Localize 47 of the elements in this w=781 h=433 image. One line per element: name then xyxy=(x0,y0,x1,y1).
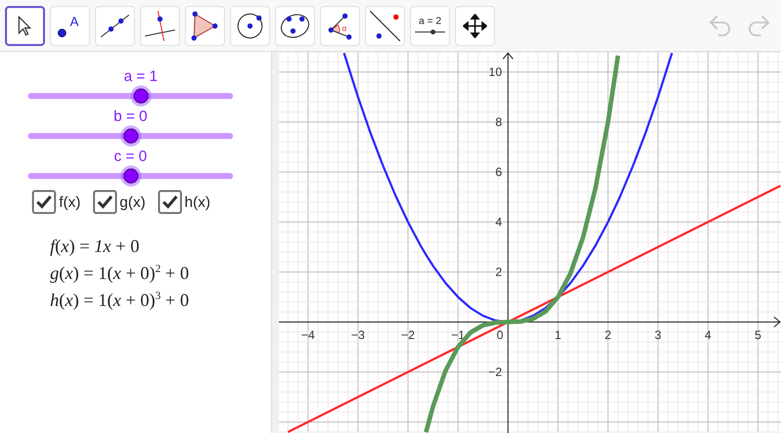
circle-icon xyxy=(236,12,264,40)
ellipse-icon xyxy=(279,12,311,40)
slider-label: b = 0 xyxy=(114,108,148,125)
x-tick-label: 1 xyxy=(554,328,562,342)
checkmark-icon xyxy=(36,195,52,209)
checkbox[interactable] xyxy=(92,190,117,214)
slider-track[interactable] xyxy=(28,166,233,186)
y-tick-label: −2 xyxy=(488,365,502,379)
x-tick-label: −4 xyxy=(301,328,315,342)
checkmark-icon xyxy=(96,195,113,209)
perpendicular-line-icon xyxy=(143,8,177,42)
origin-label: 0 xyxy=(496,328,504,342)
cursor-icon xyxy=(17,14,33,36)
y-tick-label: 8 xyxy=(495,115,502,129)
y-tick-label: 10 xyxy=(488,65,502,79)
line-and-points-icon xyxy=(368,8,402,42)
slider-thumb[interactable] xyxy=(123,128,138,144)
x-tick-label: 5 xyxy=(754,328,762,342)
triangle-icon xyxy=(191,10,219,40)
x-tick-label: −3 xyxy=(351,328,365,342)
function-formula: g(x) = 1(x + 0)$^{2}$ + 0 xyxy=(50,263,190,284)
checkbox[interactable] xyxy=(32,190,56,214)
y-tick-label: 2 xyxy=(495,265,502,279)
x-tick-label: 3 xyxy=(654,328,662,342)
slider-thumb[interactable] xyxy=(123,168,138,184)
tool-button[interactable] xyxy=(5,6,45,46)
tool-button[interactable]: A xyxy=(50,6,90,46)
function-formula: h(x) = 1(x + 0)$^{3}$ + 0 xyxy=(50,290,190,311)
checkbox[interactable] xyxy=(158,190,182,214)
slider-track[interactable] xyxy=(28,86,233,106)
checkbox-label: f(x) xyxy=(59,194,81,210)
x-tick-label: 2 xyxy=(604,328,612,342)
move-arrows-icon xyxy=(463,14,487,38)
x-tick-label: 4 xyxy=(704,328,712,342)
x-tick-label: −2 xyxy=(401,328,415,342)
checkbox-label: h(x) xyxy=(184,194,210,210)
slider-thumb[interactable] xyxy=(133,88,148,104)
slider-label: a = 1 xyxy=(124,68,158,85)
checkmark-icon xyxy=(162,195,178,209)
line-icon xyxy=(99,12,131,38)
checkbox-label: g(x) xyxy=(120,194,146,210)
slider-label: c = 0 xyxy=(114,148,147,165)
function-formula: f(x) = 1x + 0 xyxy=(50,236,140,257)
y-tick-label: 6 xyxy=(495,165,502,179)
slider-track[interactable] xyxy=(28,126,233,146)
y-tick-label: 4 xyxy=(495,215,502,229)
tool-button[interactable]: a = 2 xyxy=(410,6,450,46)
